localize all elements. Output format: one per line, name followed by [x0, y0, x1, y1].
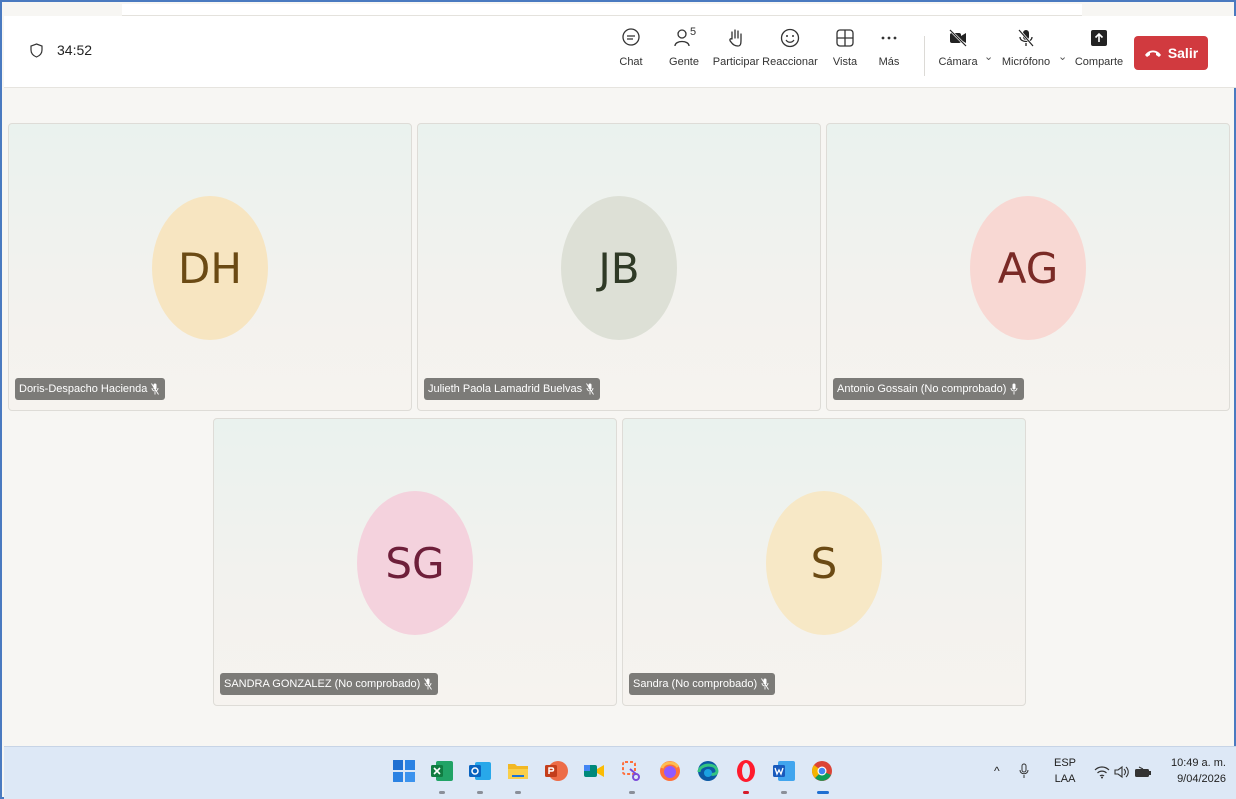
mic-button[interactable]: Micrófono [1000, 28, 1052, 84]
camera-off-icon [949, 29, 967, 47]
camera-options-chevron-icon[interactable]: ⌄ [984, 50, 993, 63]
avatar: JB [561, 196, 677, 340]
active-indicator [817, 791, 829, 794]
people-count: 5 [690, 26, 697, 38]
language-code: ESP [1054, 757, 1077, 769]
mic-label: Micrófono [1001, 56, 1051, 68]
participant-name-tag: Doris-Despacho Hacienda [15, 378, 166, 400]
raise-hand-button[interactable]: Participar [711, 28, 761, 84]
clock-date: 9/04/2026 [1177, 773, 1226, 785]
chevron-up-icon[interactable]: ^ [994, 763, 1000, 779]
running-indicator [781, 791, 787, 794]
grid-icon [836, 29, 854, 47]
avatar: DH [152, 196, 268, 340]
participant-name: Doris-Despacho Hacienda [19, 383, 148, 395]
smiley-icon [780, 28, 800, 48]
mic-muted-icon [424, 678, 433, 690]
meet-icon[interactable] [582, 759, 606, 783]
view-label: Vista [832, 56, 858, 68]
meeting-timer: 34:52 [30, 42, 92, 58]
participant-name-tag: Sandra (No comprobado) [629, 673, 776, 695]
react-button[interactable]: Reaccionar [762, 28, 818, 84]
participant-name-tag: SANDRA GONZALEZ (No comprobado) [220, 673, 439, 695]
avatar: S [766, 491, 882, 635]
raise-hand-icon [729, 29, 742, 47]
opera-icon[interactable] [734, 759, 758, 783]
mic-muted-icon [761, 678, 770, 690]
participant-name: SANDRA GONZALEZ (No comprobado) [224, 678, 421, 690]
more-icon [881, 36, 897, 40]
people-button[interactable]: 5 Gente [664, 26, 704, 84]
share-icon [1091, 30, 1107, 46]
share-label: Comparte [1074, 56, 1124, 68]
hang-up-icon [1144, 50, 1161, 57]
timer-text: 34:52 [57, 42, 93, 58]
windows-taskbar: ^ ESP LAA 10:49 a. m. 9/04/2026 [4, 746, 1236, 799]
running-indicator [515, 791, 521, 794]
participant-name: Julieth Paola Lamadrid Buelvas [428, 383, 583, 395]
clock-time: 10:49 a. m. [1170, 757, 1226, 769]
teams-meeting-window: 34:52 Chat 5 Gente Participar Reaccionar… [0, 0, 1236, 799]
running-indicator [477, 791, 483, 794]
firefox-icon[interactable] [658, 759, 682, 783]
meeting-toolbar: 34:52 Chat 5 Gente Participar Reaccionar… [4, 16, 1236, 88]
more-label: Más [878, 56, 900, 68]
edge-icon[interactable] [696, 759, 720, 783]
camera-button[interactable]: Cámara [938, 28, 978, 84]
volume-icon[interactable] [1114, 765, 1130, 779]
participant-tile[interactable]: DH Doris-Despacho Hacienda [8, 123, 412, 411]
chat-icon [622, 28, 640, 46]
keyboard-layout: LAA [1054, 773, 1076, 785]
react-label: Reaccionar [762, 56, 818, 68]
file-explorer-icon[interactable] [506, 759, 530, 783]
mic-tray-icon[interactable] [1018, 763, 1030, 779]
battery-icon[interactable] [1134, 766, 1152, 778]
word-icon[interactable] [772, 759, 796, 783]
participant-tile[interactable]: SG SANDRA GONZALEZ (No comprobado) [213, 418, 617, 706]
view-button[interactable]: Vista [830, 28, 860, 84]
powerpoint-icon[interactable] [544, 759, 568, 783]
wifi-icon[interactable] [1094, 765, 1110, 779]
participant-name-tag: Antonio Gossain (No comprobado) [833, 378, 1025, 400]
title-strip [122, 4, 1082, 16]
raise-hand-label: Participar [712, 56, 760, 68]
mic-off-icon [1018, 29, 1034, 47]
camera-label: Cámara [938, 56, 978, 68]
participant-name-tag: Julieth Paola Lamadrid Buelvas [424, 378, 601, 400]
language-indicator[interactable]: ESP LAA [1054, 755, 1076, 787]
participant-tile[interactable]: S Sandra (No comprobado) [622, 418, 1026, 706]
start-icon[interactable] [392, 759, 416, 783]
participant-name: Antonio Gossain (No comprobado) [837, 383, 1007, 395]
toolbar-separator [924, 36, 925, 76]
outlook-icon[interactable] [468, 759, 492, 783]
chrome-icon[interactable] [810, 759, 834, 783]
more-button[interactable]: Más [874, 28, 904, 84]
people-label: Gente [669, 56, 699, 68]
leave-label: Salir [1167, 45, 1199, 61]
avatar: SG [357, 491, 473, 635]
clock[interactable]: 10:49 a. m. 9/04/2026 [1166, 755, 1226, 787]
mic-icon [1010, 383, 1018, 395]
avatar: AG [970, 196, 1086, 340]
snipping-tool-icon[interactable] [620, 759, 644, 783]
running-indicator [629, 791, 635, 794]
excel-icon[interactable] [430, 759, 454, 783]
share-button[interactable]: Comparte [1074, 28, 1124, 84]
participant-name: Sandra (No comprobado) [633, 678, 758, 690]
participant-tile[interactable]: AG Antonio Gossain (No comprobado) [826, 123, 1230, 411]
running-indicator [439, 791, 445, 794]
mic-muted-icon [151, 383, 160, 395]
participant-tile[interactable]: JB Julieth Paola Lamadrid Buelvas [417, 123, 821, 411]
shield-icon [30, 42, 43, 58]
leave-button[interactable]: Salir [1134, 36, 1208, 70]
chat-button[interactable]: Chat [616, 28, 646, 84]
mic-muted-icon [586, 383, 594, 395]
chat-label: Chat [619, 56, 643, 68]
mic-options-chevron-icon[interactable]: ⌄ [1058, 50, 1067, 63]
running-indicator [743, 791, 749, 794]
